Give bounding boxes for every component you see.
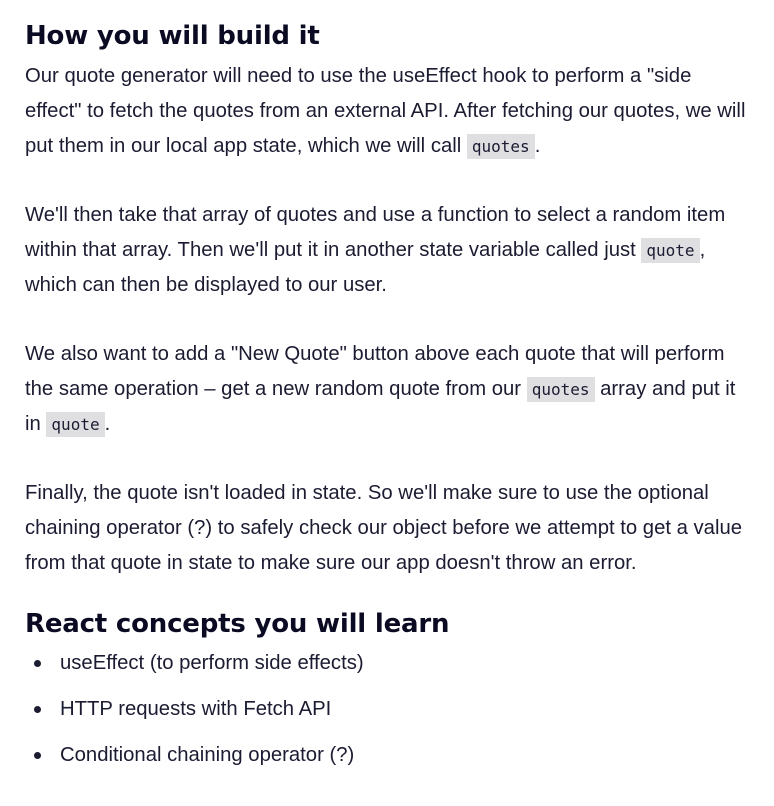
inline-code-quote: quote <box>46 412 105 437</box>
paragraph-quote-generator: Our quote generator will need to use the… <box>25 59 749 164</box>
list-item-label: HTTP requests with Fetch API <box>60 698 332 720</box>
paragraph-text: We'll then take that array of quotes and… <box>25 204 726 261</box>
paragraph-optional-chaining: Finally, the quote isn't loaded in state… <box>25 482 743 574</box>
paragraph-select-random: We'll then take that array of quotes and… <box>25 198 749 303</box>
concepts-list: useEffect (to perform side effects) HTTP… <box>25 646 749 773</box>
paragraph-text: . <box>104 413 111 435</box>
inline-code-quote: quote <box>641 238 700 263</box>
inline-code-quotes: quotes <box>466 134 535 159</box>
inline-code-quotes: quotes <box>526 377 595 402</box>
bullet-icon <box>34 660 41 667</box>
list-item: HTTP requests with Fetch API <box>34 692 749 727</box>
list-item: Conditional chaining operator (?) <box>34 738 749 773</box>
list-item: useEffect (to perform side effects) <box>34 646 749 681</box>
section-heading-how-you-will-build-it: How you will build it <box>25 21 320 51</box>
paragraph-new-quote-button: We also want to add a "New Quote" button… <box>25 337 749 442</box>
section-heading-react-concepts: React concepts you will learn <box>25 609 450 639</box>
bullet-icon <box>34 752 41 759</box>
bullet-icon <box>34 706 41 713</box>
paragraph-text: . <box>534 135 541 157</box>
paragraph-text: Our quote generator will need to use the… <box>25 65 746 157</box>
article-content: How you will build it Our quote generato… <box>0 0 774 806</box>
list-item-label: useEffect (to perform side effects) <box>60 652 364 674</box>
list-item-label: Conditional chaining operator (?) <box>60 744 355 766</box>
